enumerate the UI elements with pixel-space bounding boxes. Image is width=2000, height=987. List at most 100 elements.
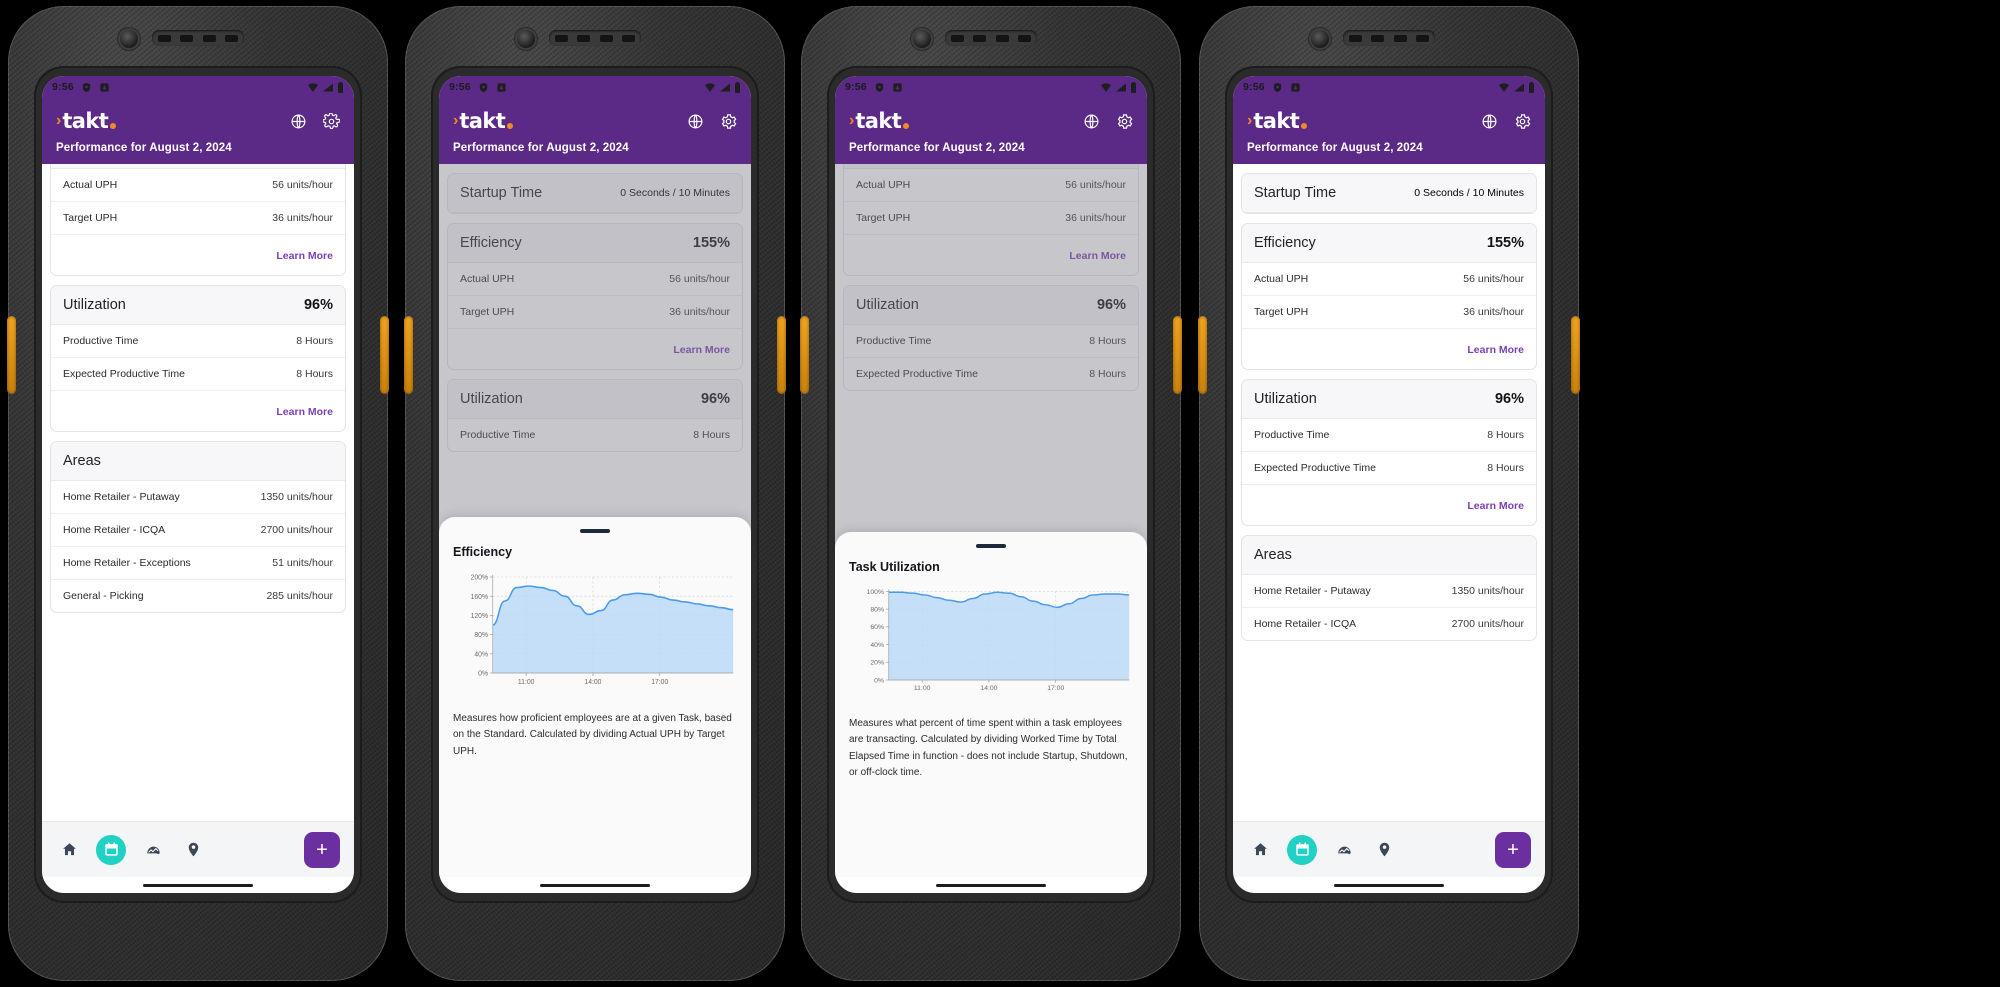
efficiency-card-header: Efficiency 155% bbox=[1242, 224, 1536, 263]
row-value: 8 Hours bbox=[1487, 462, 1524, 474]
screen-4: 9:56 › takt Performance for August 2, 20… bbox=[1233, 76, 1545, 893]
utilization-card: Utilization 96% Productive Time 8 Hours … bbox=[1241, 379, 1537, 526]
content-area-1[interactable]: Efficiency 155% Actual UPH 56 units/hour… bbox=[42, 164, 354, 821]
svg-text:17:00: 17:00 bbox=[1047, 685, 1064, 692]
areas-card-header: Areas bbox=[1242, 536, 1536, 575]
row-value: 8 Hours bbox=[296, 368, 333, 380]
svg-text:0%: 0% bbox=[478, 670, 488, 677]
nav-calendar-button[interactable] bbox=[1287, 834, 1317, 865]
device-3: 9:56 › takt Performance for August 2, 20… bbox=[800, 6, 1182, 981]
table-row[interactable]: Home Retailer - Exceptions 51 units/hour bbox=[51, 547, 345, 580]
learn-more-link[interactable]: Learn More bbox=[1467, 344, 1524, 356]
side-bumper-left bbox=[800, 316, 809, 394]
screenshot-canvas: 9:56 › takt Performance for August 2, 20… bbox=[0, 0, 2000, 987]
svg-text:14:00: 14:00 bbox=[980, 685, 997, 692]
nav-analytics-button[interactable] bbox=[1331, 837, 1357, 863]
screen-bezel: 9:56 › takt Performance for August 2, 20… bbox=[1225, 66, 1553, 903]
status-bar: 9:56 bbox=[1233, 76, 1545, 98]
front-camera bbox=[1311, 30, 1329, 48]
row-label: Home Retailer - Putaway bbox=[1254, 585, 1371, 597]
sheet-title: Efficiency bbox=[453, 544, 513, 559]
row-value: 36 units/hour bbox=[272, 212, 333, 224]
utilization-card-header: Utilization 96% bbox=[51, 286, 345, 325]
logo-chevron-icon: › bbox=[56, 112, 62, 129]
globe-icon[interactable] bbox=[687, 113, 704, 130]
shield-icon bbox=[479, 82, 487, 92]
task-utilization-description: Measures what percent of time spent with… bbox=[849, 717, 1128, 779]
nav-analytics-button[interactable] bbox=[140, 837, 166, 863]
table-row[interactable]: Home Retailer - ICQA 2700 units/hour bbox=[1242, 608, 1536, 640]
table-row[interactable]: Home Retailer - ICQA 2700 units/hour bbox=[51, 514, 345, 547]
logo-dot-icon bbox=[110, 122, 117, 129]
signal-icon bbox=[720, 83, 730, 91]
gear-icon[interactable] bbox=[323, 112, 340, 130]
status-bar-clock: 9:56 bbox=[845, 81, 867, 93]
side-bumper-right bbox=[1571, 316, 1580, 394]
side-bumper-right bbox=[777, 316, 786, 394]
gear-icon[interactable] bbox=[1514, 113, 1531, 130]
svg-text:100%: 100% bbox=[867, 588, 884, 595]
app-bar: › takt Performance for August 2, 2024 bbox=[1233, 98, 1545, 164]
utilization-learn-more-row: Learn More bbox=[1242, 485, 1536, 525]
nav-home-button[interactable] bbox=[56, 837, 82, 863]
task-utilization-chart: 0% 20% 40% 60% 80% 100% 11:00 14:00 17:00 bbox=[849, 584, 1133, 704]
signal-icon bbox=[1514, 83, 1524, 91]
add-button[interactable]: + bbox=[1495, 831, 1531, 868]
scroll-container[interactable]: Efficiency 155% Actual UPH 56 units/hour… bbox=[42, 164, 354, 821]
content-area-3[interactable]: Efficiency 155% Actual UPH 56 units/hour… bbox=[835, 164, 1147, 877]
row-value: 51 units/hour bbox=[272, 557, 333, 569]
table-row[interactable]: Home Retailer - Putaway 1350 units/hour bbox=[51, 481, 345, 514]
nav-calendar-button[interactable] bbox=[96, 834, 126, 865]
status-bar: 9:56 bbox=[42, 76, 354, 98]
battery-icon bbox=[1529, 81, 1534, 93]
efficiency-chart-svg: 0% 40% 80% 120% 160% 200% 11:00 14:00 17:00 bbox=[471, 574, 734, 686]
learn-more-link[interactable]: Learn More bbox=[276, 250, 333, 262]
add-button[interactable]: + bbox=[304, 831, 340, 868]
table-row: Expected Productive Time 8 Hours bbox=[51, 358, 345, 391]
globe-icon[interactable] bbox=[290, 113, 307, 130]
globe-icon[interactable] bbox=[1083, 113, 1100, 130]
logo-wordmark: takt bbox=[62, 108, 109, 133]
table-row[interactable]: General - Picking 285 units/hour bbox=[51, 580, 345, 612]
nav-location-button[interactable] bbox=[180, 837, 206, 863]
logo-wordmark: takt bbox=[1253, 108, 1300, 133]
globe-icon[interactable] bbox=[1481, 113, 1498, 130]
app-badge-icon bbox=[1291, 82, 1300, 92]
learn-more-link[interactable]: Learn More bbox=[276, 406, 333, 418]
nav-location-button[interactable] bbox=[1371, 837, 1397, 863]
shield-icon bbox=[875, 82, 883, 92]
side-bumper-left bbox=[1198, 316, 1207, 394]
nav-home-button[interactable] bbox=[1247, 837, 1273, 863]
content-area-2[interactable]: Startup Time 0 Seconds / 10 Minutes Effi… bbox=[439, 164, 751, 877]
home-icon bbox=[1253, 843, 1267, 856]
chart-icon bbox=[146, 846, 160, 855]
row-value: 8 Hours bbox=[296, 335, 333, 347]
logo-chevron-icon: › bbox=[453, 112, 459, 129]
svg-text:200%: 200% bbox=[471, 574, 488, 581]
row-label: Actual UPH bbox=[1254, 273, 1309, 285]
content-area-4[interactable]: Startup Time 0 Seconds / 10 Minutes Effi… bbox=[1233, 164, 1545, 821]
utilization-learn-more-row: Learn More bbox=[51, 391, 345, 431]
sheet-drag-handle[interactable] bbox=[580, 529, 610, 533]
side-bumper-right bbox=[1173, 316, 1182, 394]
logo-dot-icon bbox=[507, 122, 514, 129]
gear-icon[interactable] bbox=[720, 113, 737, 130]
table-row: Productive Time 8 Hours bbox=[1242, 419, 1536, 452]
front-camera bbox=[517, 30, 535, 48]
sheet-drag-handle[interactable] bbox=[976, 544, 1006, 548]
table-row[interactable]: Home Retailer - Putaway 1350 units/hour bbox=[1242, 575, 1536, 608]
learn-more-link[interactable]: Learn More bbox=[1467, 500, 1524, 512]
svg-text:20%: 20% bbox=[870, 659, 884, 666]
gear-icon[interactable] bbox=[1116, 113, 1133, 130]
table-row: Expected Productive Time 8 Hours bbox=[1242, 452, 1536, 485]
status-bar: 9:56 bbox=[439, 76, 751, 98]
device-2: 9:56 › takt Performance for August 2, 20… bbox=[404, 6, 786, 981]
areas-card-header: Areas bbox=[51, 442, 345, 481]
utilization-card-value: 96% bbox=[1494, 391, 1524, 407]
svg-text:80%: 80% bbox=[870, 606, 884, 613]
scroll-container[interactable]: Startup Time 0 Seconds / 10 Minutes Effi… bbox=[1233, 164, 1545, 821]
svg-text:160%: 160% bbox=[471, 593, 488, 600]
efficiency-card: Efficiency 155% Actual UPH 56 units/hour… bbox=[1241, 223, 1537, 370]
app-badge-icon bbox=[100, 82, 109, 92]
speaker-grille bbox=[945, 30, 1037, 46]
